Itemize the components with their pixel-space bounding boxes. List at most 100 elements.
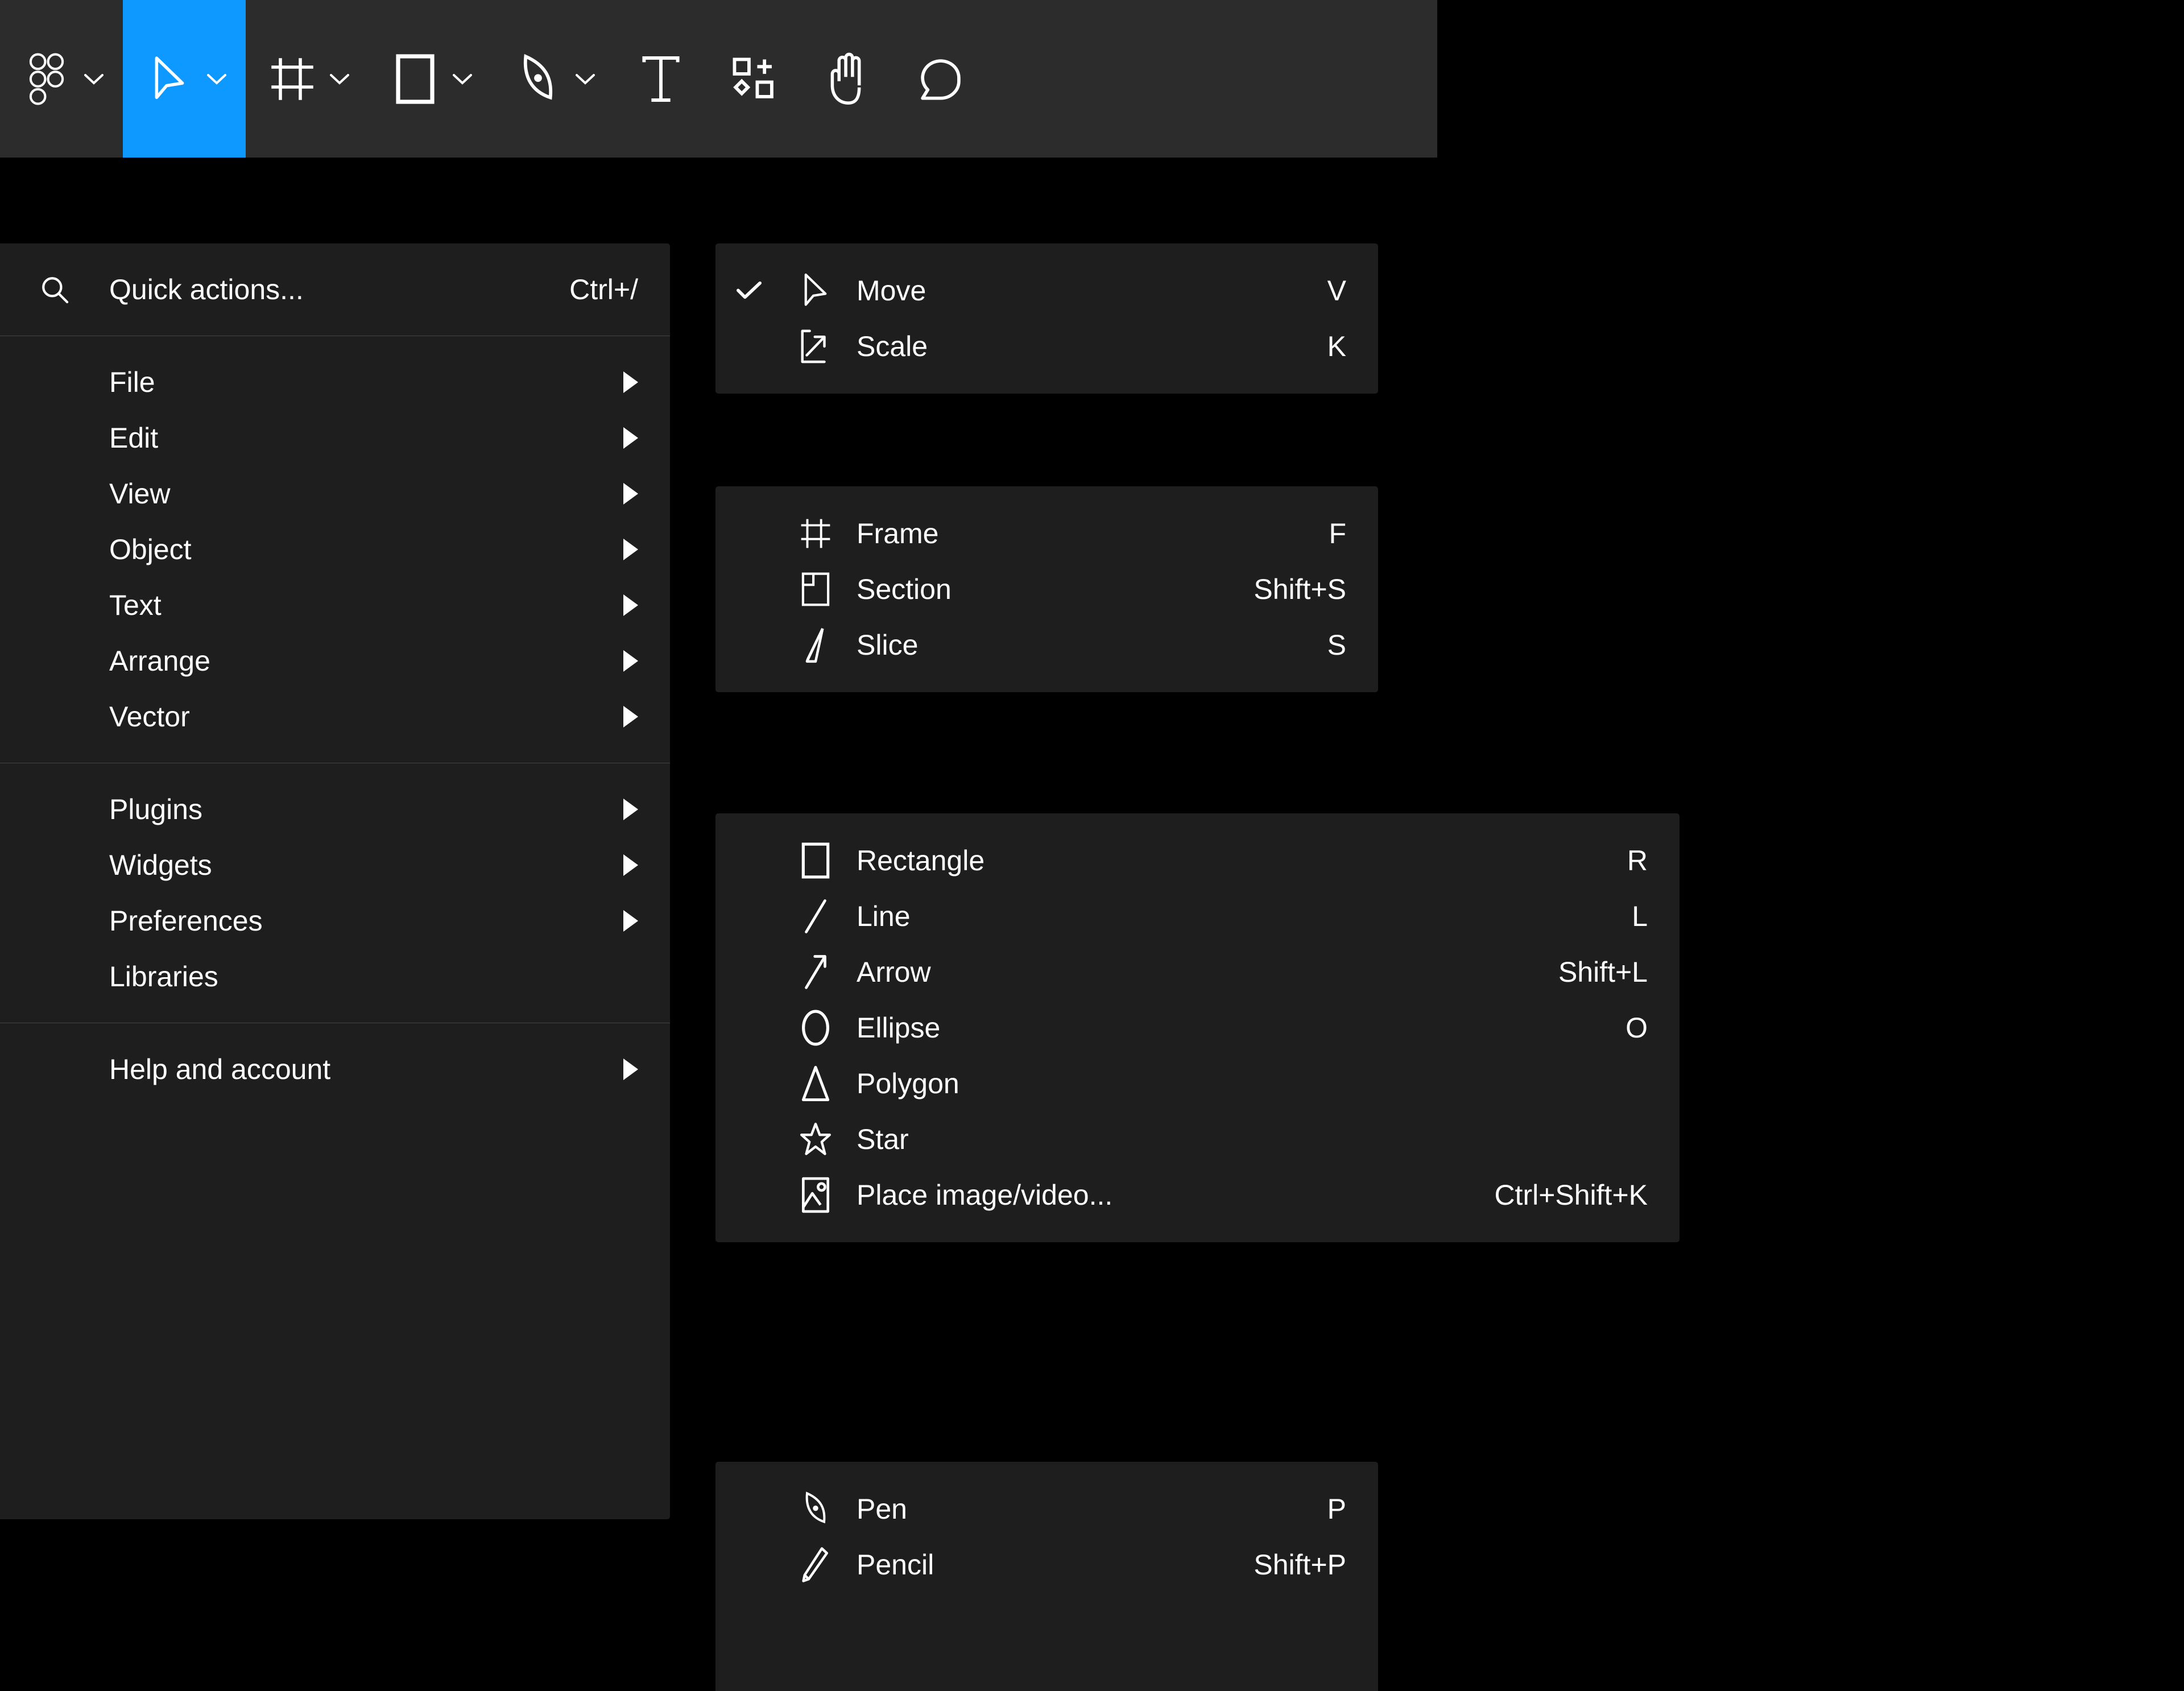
chevron-right-icon — [623, 539, 638, 560]
chevron-down-icon — [84, 69, 104, 89]
flyout-item-label: Place image/video... — [857, 1179, 1113, 1211]
toolbar-resources-button[interactable] — [708, 0, 801, 158]
menu-item-label: Preferences — [109, 905, 263, 937]
flyout-item-arrow[interactable]: Arrow Shift+L — [715, 944, 1680, 1000]
toolbar-shape-tool-button[interactable] — [369, 0, 491, 158]
quick-actions-label: Quick actions... — [109, 274, 304, 305]
menu-item-widgets[interactable]: Widgets — [0, 837, 670, 893]
menu-item-label: Help and account — [109, 1053, 331, 1085]
flyout-item-place-image-video[interactable]: Place image/video... Ctrl+Shift+K — [715, 1167, 1680, 1223]
flyout-item-scale[interactable]: Scale K — [715, 319, 1378, 374]
menu-item-file[interactable]: File — [0, 354, 670, 410]
flyout-item-slice[interactable]: Slice S — [715, 617, 1378, 673]
hand-icon — [820, 52, 875, 106]
menu-item-quick-actions[interactable]: Quick actions... Ctrl+/ — [0, 262, 670, 317]
pencil-icon — [783, 1546, 849, 1583]
menu-item-label: Plugins — [109, 793, 202, 825]
pen-icon — [783, 1490, 849, 1528]
chevron-right-icon — [623, 371, 638, 393]
toolbar-comment-tool-button[interactable] — [894, 0, 987, 158]
slice-icon — [783, 626, 849, 664]
flyout-item-label: Section — [857, 573, 952, 605]
scale-corner-icon — [783, 329, 849, 364]
flyout-item-label: Frame — [857, 518, 939, 549]
flyout-item-ellipse[interactable]: Ellipse O — [715, 1000, 1680, 1056]
flyout-item-shortcut: R — [1627, 845, 1648, 876]
chevron-right-icon — [623, 854, 638, 876]
menu-item-text[interactable]: Text — [0, 577, 670, 633]
menu-section-extensions: Plugins Widgets Preferences Libraries — [0, 763, 670, 1023]
flyout-item-shortcut: V — [1327, 275, 1346, 307]
flyout-item-label: Polygon — [857, 1068, 959, 1099]
toolbar-frame-tool-button[interactable] — [246, 0, 369, 158]
chevron-right-icon — [623, 650, 638, 672]
menu-item-help-and-account[interactable]: Help and account — [0, 1041, 670, 1097]
flyout-item-polygon[interactable]: Polygon — [715, 1056, 1680, 1111]
chevron-right-icon — [623, 706, 638, 727]
flyout-item-pen[interactable]: Pen P — [715, 1481, 1378, 1537]
chevron-right-icon — [623, 910, 638, 932]
menu-item-preferences[interactable]: Preferences — [0, 893, 670, 949]
flyout-item-section[interactable]: Section Shift+S — [715, 561, 1378, 617]
toolbar-pen-tool-button[interactable] — [491, 0, 614, 158]
flyout-item-label: Move — [857, 275, 926, 307]
frame-icon — [783, 517, 849, 550]
menu-item-label: Object — [109, 534, 192, 565]
flyout-item-move[interactable]: Move V — [715, 263, 1378, 319]
flyout-item-shortcut: Shift+S — [1254, 573, 1346, 605]
line-icon — [783, 898, 849, 935]
menu-item-edit[interactable]: Edit — [0, 410, 670, 466]
flyout-item-label: Pencil — [857, 1549, 934, 1581]
flyout-item-pencil[interactable]: Pencil Shift+P — [715, 1537, 1378, 1593]
menu-section-primary: File Edit View Object Text Arrange Vecto… — [0, 336, 670, 763]
toolbar-hand-tool-button[interactable] — [801, 0, 894, 158]
menu-item-label: File — [109, 366, 155, 398]
menu-item-arrange[interactable]: Arrange — [0, 633, 670, 689]
checkmark-icon — [715, 280, 783, 301]
chevron-down-icon — [207, 69, 226, 89]
section-icon — [783, 571, 849, 607]
menu-item-label: Edit — [109, 422, 159, 454]
flyout-item-star[interactable]: Star — [715, 1111, 1680, 1167]
flyout-item-frame[interactable]: Frame F — [715, 506, 1378, 561]
flyout-item-shortcut: Ctrl+Shift+K — [1494, 1179, 1648, 1211]
flyout-item-line[interactable]: Line L — [715, 888, 1680, 944]
flyout-item-label: Scale — [857, 330, 928, 362]
cursor-arrow-icon — [783, 272, 849, 309]
toolbar-text-tool-button[interactable] — [614, 0, 708, 158]
chevron-down-icon — [453, 69, 472, 89]
chevron-down-icon — [576, 69, 595, 89]
flyout-item-label: Ellipse — [857, 1012, 941, 1044]
arrow-icon — [783, 953, 849, 991]
flyout-item-label: Arrow — [857, 956, 931, 988]
menu-item-label: Vector — [109, 701, 190, 733]
menu-item-label: Widgets — [109, 849, 212, 881]
menu-item-plugins[interactable]: Plugins — [0, 782, 670, 837]
flyout-item-shortcut: P — [1327, 1493, 1346, 1525]
chevron-right-icon — [623, 483, 638, 505]
search-icon — [0, 275, 109, 304]
toolbar-figma-menu-button[interactable] — [0, 0, 123, 158]
menu-item-vector[interactable]: Vector — [0, 689, 670, 745]
flyout-item-label: Star — [857, 1123, 909, 1155]
chevron-right-icon — [623, 799, 638, 820]
menu-item-libraries[interactable]: Libraries — [0, 949, 670, 1004]
chevron-right-icon — [623, 1059, 638, 1080]
flyout-item-label: Slice — [857, 629, 919, 661]
toolbar-move-tool-button[interactable] — [123, 0, 246, 158]
flyout-item-shortcut: L — [1632, 900, 1648, 932]
menu-item-label: Text — [109, 589, 162, 621]
image-icon — [783, 1176, 849, 1214]
comment-bubble-icon — [913, 52, 968, 106]
flyout-item-label: Line — [857, 900, 911, 932]
menu-item-object[interactable]: Object — [0, 522, 670, 577]
menu-item-label: View — [109, 478, 171, 510]
move-tools-flyout: Move V Scale K — [715, 243, 1378, 394]
menu-item-view[interactable]: View — [0, 466, 670, 522]
main-menu-panel: Quick actions... Ctrl+/ File Edit View O… — [0, 243, 670, 1519]
cursor-arrow-icon — [142, 52, 197, 106]
flyout-item-rectangle[interactable]: Rectangle R — [715, 833, 1680, 888]
rectangle-icon — [388, 52, 442, 106]
flyout-item-shortcut: S — [1327, 629, 1346, 661]
text-icon — [634, 52, 688, 106]
